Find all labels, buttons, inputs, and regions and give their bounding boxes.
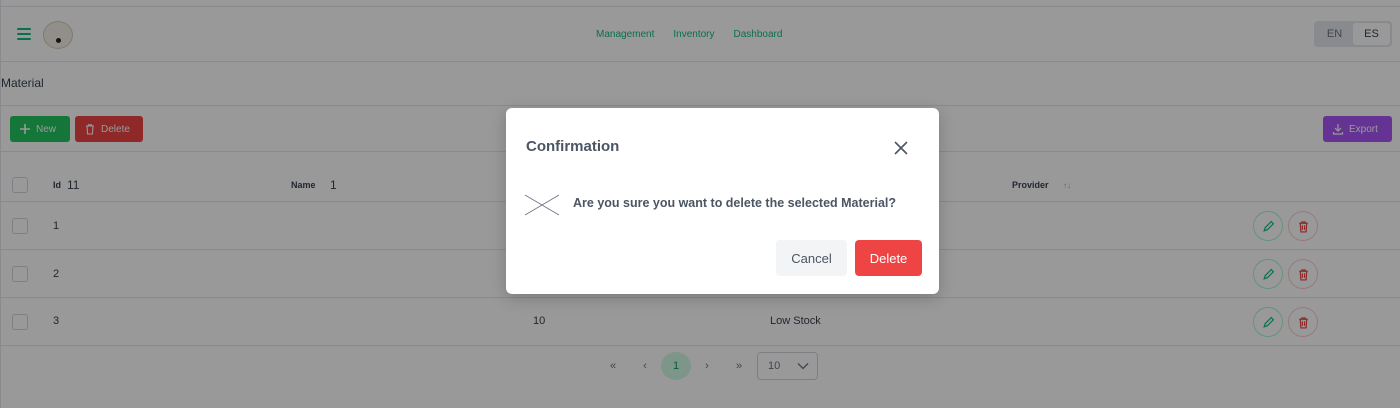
confirm-delete-button[interactable]: Delete bbox=[855, 240, 922, 276]
close-dialog-button[interactable] bbox=[889, 136, 913, 160]
dialog-message: Are you sure you want to delete the sele… bbox=[573, 196, 897, 210]
dialog-title: Confirmation bbox=[526, 138, 620, 155]
cancel-button[interactable]: Cancel bbox=[776, 240, 847, 276]
confirmation-dialog: Confirmation Are you sure you want to de… bbox=[506, 108, 939, 294]
close-icon bbox=[894, 141, 908, 155]
broken-image-icon bbox=[524, 194, 560, 216]
